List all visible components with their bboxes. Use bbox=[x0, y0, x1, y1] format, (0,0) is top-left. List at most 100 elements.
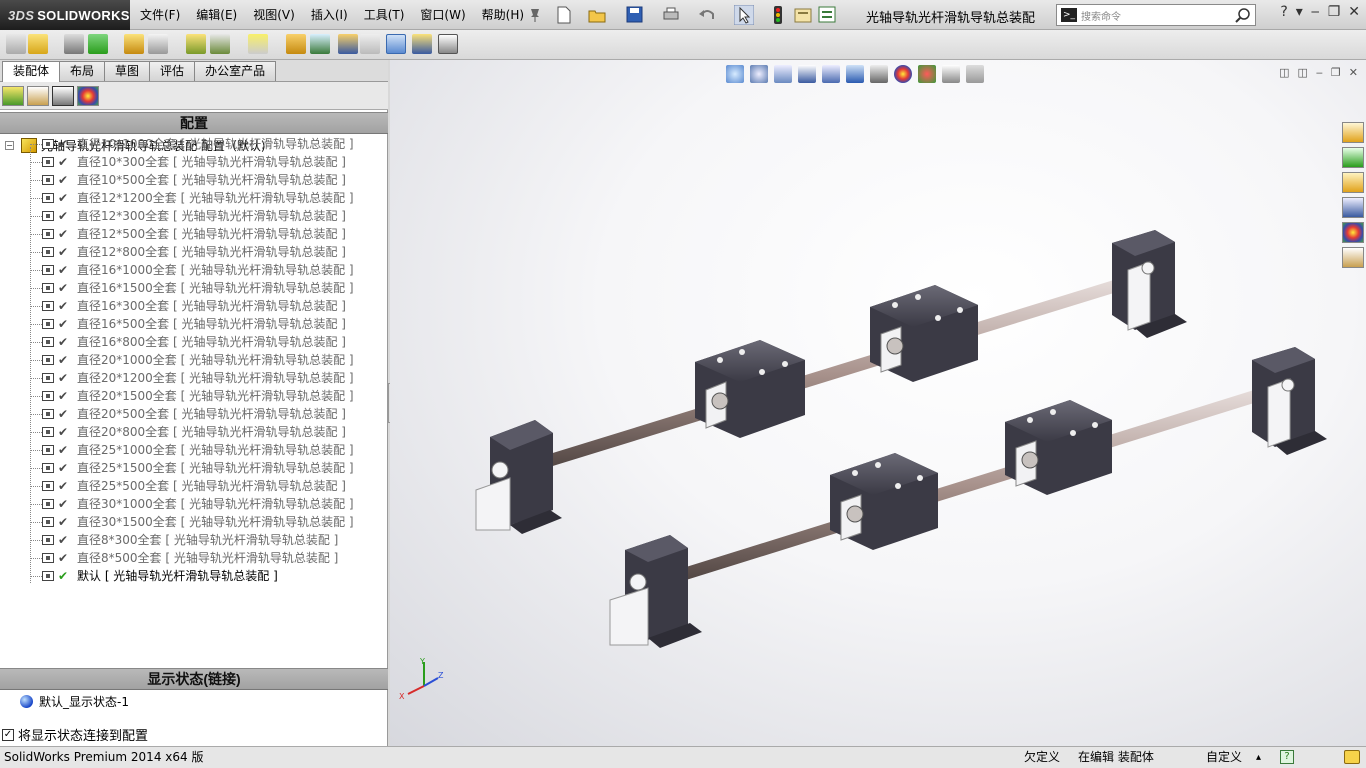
checkbox-checked-icon[interactable]: ✓ bbox=[2, 728, 14, 741]
linear-bearing-4[interactable] bbox=[1005, 400, 1112, 495]
units-selector[interactable]: 自定义 bbox=[1206, 747, 1242, 768]
insert-component-icon[interactable] bbox=[6, 34, 26, 54]
help-status-icon[interactable]: ? bbox=[1280, 750, 1294, 764]
configuration-item[interactable]: ✔ 直径10*300全套 [ 光轴导轨光杆滑轨导轨总装配 ] bbox=[0, 153, 388, 171]
configuration-item[interactable]: ✔ 直径25*500全套 [ 光轴导轨光杆滑轨导轨总装配 ] bbox=[0, 477, 388, 495]
configuration-item[interactable]: ✔ 直径30*1000全套 [ 光轴导轨光杆滑轨导轨总装配 ] bbox=[0, 495, 388, 513]
solidworks-logo[interactable]: 3DS SOLIDWORKS bbox=[0, 0, 130, 30]
pin-icon[interactable] bbox=[528, 7, 542, 23]
configuration-item[interactable]: ✔ 直径16*300全套 [ 光轴导轨光杆滑轨导轨总装配 ] bbox=[0, 297, 388, 315]
bill-of-materials-icon[interactable] bbox=[310, 34, 330, 54]
configuration-item[interactable]: ✔ 直径16*1000全套 [ 光轴导轨光杆滑轨导轨总装配 ] bbox=[0, 261, 388, 279]
print-icon[interactable] bbox=[662, 6, 680, 23]
menu-help[interactable]: 帮助(H) bbox=[482, 6, 524, 23]
menu-insert[interactable]: 插入(I) bbox=[311, 6, 348, 23]
configuration-item[interactable]: ✔ 直径16*800全套 [ 光轴导轨光杆滑轨导轨总装配 ] bbox=[0, 333, 388, 351]
configuration-item[interactable]: ✔ 直径20*1200全套 [ 光轴导轨光杆滑轨导轨总装配 ] bbox=[0, 369, 388, 387]
custom-properties-icon[interactable] bbox=[1342, 247, 1364, 268]
shaft-support-left-front[interactable] bbox=[609, 535, 702, 648]
configuration-item[interactable]: ✔ 直径10*500全套 [ 光轴导轨光杆滑轨导轨总装配 ] bbox=[0, 171, 388, 189]
configuration-item[interactable]: ✔ 直径12*800全套 [ 光轴导轨光杆滑轨导轨总装配 ] bbox=[0, 243, 388, 261]
design-library-icon[interactable] bbox=[1342, 147, 1364, 168]
configuration-item[interactable]: ✔ 直径30*1500全套 [ 光轴导轨光杆滑轨导轨总装配 ] bbox=[0, 513, 388, 531]
linear-pattern-icon[interactable] bbox=[88, 34, 108, 54]
configuration-item[interactable]: ✔ 直径8*500全套 [ 光轴导轨光杆滑轨导轨总装配 ] bbox=[0, 549, 388, 567]
linear-bearing-1[interactable] bbox=[695, 340, 805, 438]
shaft-support-left-back[interactable] bbox=[475, 420, 562, 534]
rebuild-icon[interactable] bbox=[772, 5, 784, 25]
link-display-states-checkbox[interactable]: ✓ 将显示状态连接到配置 bbox=[2, 725, 148, 744]
close-icon[interactable]: ✕ bbox=[1348, 4, 1360, 20]
help-dropdown-icon[interactable]: ▾ bbox=[1296, 4, 1303, 20]
configuration-item[interactable]: ✔ 直径20*800全套 [ 光轴导轨光杆滑轨导轨总装配 ] bbox=[0, 423, 388, 441]
appearances-scenes-icon[interactable] bbox=[1342, 222, 1364, 243]
tree-branch-line bbox=[30, 198, 42, 199]
tab-layout[interactable]: 布局 bbox=[59, 61, 106, 81]
exploded-view-icon[interactable] bbox=[338, 34, 358, 54]
configuration-item[interactable]: ✔ 直径25*1500全套 [ 光轴导轨光杆滑轨导轨总装配 ] bbox=[0, 459, 388, 477]
menu-window[interactable]: 窗口(W) bbox=[420, 6, 465, 23]
assembly-model[interactable] bbox=[390, 60, 1366, 746]
view-palette-icon[interactable] bbox=[1342, 197, 1364, 218]
configuration-item[interactable]: ✔ 直径25*1000全套 [ 光轴导轨光杆滑轨导轨总装配 ] bbox=[0, 441, 388, 459]
search-commands-input[interactable]: >_ 搜索命令 bbox=[1056, 4, 1256, 26]
select-arrow-icon[interactable] bbox=[734, 5, 754, 25]
tab-sketch[interactable]: 草图 bbox=[104, 61, 151, 81]
configuration-item[interactable]: ✔ 直径8*300全套 [ 光轴导轨光杆滑轨导轨总装配 ] bbox=[0, 531, 388, 549]
configuration-label: 直径20*1000全套 [ 光轴导轨光杆滑轨导轨总装配 ] bbox=[77, 353, 354, 367]
notifications-icon[interactable] bbox=[1344, 750, 1360, 764]
save-icon[interactable] bbox=[626, 6, 643, 23]
solidworks-resources-icon[interactable] bbox=[1342, 122, 1364, 143]
configuration-item[interactable]: ✔ 直径20*500全套 [ 光轴导轨光杆滑轨导轨总装配 ] bbox=[0, 405, 388, 423]
assembly-features-icon[interactable] bbox=[210, 34, 230, 54]
configuration-item[interactable]: ✔ 默认 [ 光轴导轨光杆滑轨导轨总装配 ] bbox=[0, 567, 388, 585]
undo-icon[interactable] bbox=[698, 6, 716, 23]
new-part-icon[interactable] bbox=[28, 34, 48, 54]
graphics-area[interactable]: ◫ ◫ ‒ ❐ ✕ Y X Z bbox=[390, 60, 1366, 746]
update-speedpak-icon[interactable] bbox=[412, 34, 432, 54]
linear-bearing-2[interactable] bbox=[870, 285, 978, 382]
take-snapshot-icon[interactable] bbox=[438, 34, 458, 54]
menu-tools[interactable]: 工具(T) bbox=[364, 6, 405, 23]
show-hidden-components-icon[interactable] bbox=[186, 34, 206, 54]
file-explorer-icon[interactable] bbox=[1342, 172, 1364, 193]
mate-icon[interactable] bbox=[64, 34, 84, 54]
property-manager-tab-icon[interactable] bbox=[27, 86, 49, 106]
new-motion-study-icon[interactable] bbox=[286, 34, 306, 54]
reference-geometry-icon[interactable] bbox=[248, 34, 268, 54]
tab-assembly[interactable]: 装配体 bbox=[2, 61, 61, 82]
file-properties-icon[interactable] bbox=[794, 6, 812, 23]
units-dropdown-icon[interactable]: ▴ bbox=[1256, 747, 1261, 768]
menu-edit[interactable]: 编辑(E) bbox=[196, 6, 237, 23]
configuration-item[interactable]: ✔ 直径12*300全套 [ 光轴导轨光杆滑轨导轨总装配 ] bbox=[0, 207, 388, 225]
help-icon[interactable]: ? bbox=[1280, 4, 1287, 20]
configuration-item[interactable]: ✔ 直径10*1000全套 [ 光轴导轨光杆滑轨导轨总装配 ] bbox=[0, 135, 388, 153]
linear-bearing-3[interactable] bbox=[830, 453, 938, 550]
configuration-item[interactable]: ✔ 直径20*1500全套 [ 光轴导轨光杆滑轨导轨总装配 ] bbox=[0, 387, 388, 405]
configuration-manager-tab-icon[interactable] bbox=[52, 86, 74, 106]
open-folder-icon[interactable] bbox=[588, 7, 606, 23]
configuration-item[interactable]: ✔ 直径12*500全套 [ 光轴导轨光杆滑轨导轨总装配 ] bbox=[0, 225, 388, 243]
move-component-icon[interactable] bbox=[148, 34, 168, 54]
configuration-item[interactable]: ✔ 直径16*1500全套 [ 光轴导轨光杆滑轨导轨总装配 ] bbox=[0, 279, 388, 297]
menu-view[interactable]: 视图(V) bbox=[253, 6, 295, 23]
configuration-item[interactable]: ✔ 直径12*1200全套 [ 光轴导轨光杆滑轨导轨总装配 ] bbox=[0, 189, 388, 207]
new-document-icon[interactable] bbox=[556, 6, 572, 24]
restore-icon[interactable]: ❐ bbox=[1328, 4, 1341, 20]
minimize-icon[interactable]: ‒ bbox=[1311, 4, 1320, 20]
smart-fasteners-icon[interactable] bbox=[124, 34, 144, 54]
display-manager-tab-icon[interactable] bbox=[77, 86, 99, 106]
search-icon[interactable] bbox=[1233, 7, 1255, 23]
menu-file[interactable]: 文件(F) bbox=[140, 6, 180, 23]
explode-line-sketch-icon[interactable] bbox=[360, 34, 380, 54]
feature-manager-tab-icon[interactable] bbox=[2, 86, 24, 106]
display-state-item[interactable]: 默认_显示状态-1 bbox=[20, 693, 129, 710]
shaft-support-right-front[interactable] bbox=[1252, 347, 1327, 455]
tab-office-products[interactable]: 办公室产品 bbox=[194, 61, 277, 81]
options-icon[interactable] bbox=[818, 6, 836, 23]
tab-evaluate[interactable]: 评估 bbox=[149, 61, 196, 81]
instant3d-icon[interactable] bbox=[386, 34, 406, 54]
configuration-item[interactable]: ✔ 直径16*500全套 [ 光轴导轨光杆滑轨导轨总装配 ] bbox=[0, 315, 388, 333]
configuration-item[interactable]: ✔ 直径20*1000全套 [ 光轴导轨光杆滑轨导轨总装配 ] bbox=[0, 351, 388, 369]
shaft-support-right-back[interactable] bbox=[1112, 230, 1187, 338]
